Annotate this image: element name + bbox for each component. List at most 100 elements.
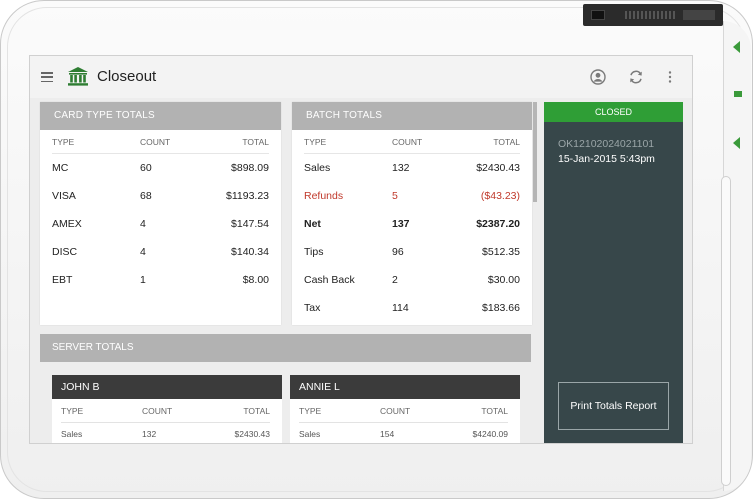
table-row: Tax 114 $183.66	[304, 294, 520, 322]
row-type: Sales	[299, 429, 321, 439]
column-count: COUNT	[140, 136, 171, 147]
row-count: 137	[392, 218, 410, 230]
column-type: TYPE	[61, 405, 84, 416]
server-totals-header: SERVER TOTALS	[40, 334, 531, 362]
app-screen: Closeout CARD TYPE TOTALS TYPE COUNT TOT…	[29, 55, 693, 444]
row-type: MC	[52, 162, 69, 174]
sensor-slot	[683, 10, 715, 20]
column-count: COUNT	[142, 405, 173, 416]
row-count: 1	[140, 274, 146, 286]
card-type-totals-header: CARD TYPE TOTALS	[40, 102, 281, 130]
speaker-grill	[625, 11, 675, 19]
more-vert-icon[interactable]	[662, 69, 678, 85]
row-type: AMEX	[52, 218, 82, 230]
row-count: 68	[140, 190, 152, 202]
row-count: 132	[392, 162, 410, 174]
table-row: DISC 4 $140.34	[52, 238, 269, 266]
batch-totals-card: BATCH TOTALS TYPE COUNT TOTAL Sales 132 …	[292, 102, 532, 325]
app-bar: Closeout	[30, 56, 692, 98]
row-count: 4	[140, 218, 146, 230]
table-row: VISA 68 $1193.23	[52, 182, 269, 210]
row-type: Net	[304, 218, 321, 230]
table-row: Sales 132 $2430.43	[304, 154, 520, 182]
row-type: EBT	[52, 274, 73, 286]
row-count: 114	[392, 302, 409, 314]
row-type: VISA	[52, 190, 76, 202]
table-header: TYPE COUNT TOTAL	[61, 399, 270, 423]
row-total: ($43.23)	[480, 190, 520, 202]
row-total: $183.66	[482, 302, 520, 314]
table-row: Cash Back 2 $30.00	[304, 266, 520, 294]
row-total: $2387.20	[476, 218, 520, 230]
row-total: $898.09	[231, 162, 269, 174]
bank-icon	[68, 67, 88, 86]
row-count: 5	[392, 190, 398, 202]
row-total: $8.00	[242, 274, 269, 286]
row-total: $512.35	[482, 246, 520, 258]
row-total: $2430.43	[476, 162, 520, 174]
table-row: Tips 96 $512.35	[304, 238, 520, 266]
scrollbar[interactable]	[533, 102, 537, 202]
column-type: TYPE	[304, 136, 327, 147]
row-type: DISC	[52, 246, 78, 258]
row-count: 4	[140, 246, 146, 258]
column-type: TYPE	[52, 136, 75, 147]
side-arrow-icon	[733, 137, 740, 149]
table-row: MC 60 $898.09	[52, 154, 269, 182]
table-header: TYPE COUNT TOTAL	[299, 399, 508, 423]
account-icon[interactable]	[590, 69, 606, 85]
status-badge: CLOSED	[544, 102, 683, 122]
row-count: 154	[380, 429, 395, 439]
column-total: TOTAL	[481, 405, 508, 416]
table-row-refunds: Refunds 5 ($43.23)	[304, 182, 520, 210]
card-type-totals-card: CARD TYPE TOTALS TYPE COUNT TOTAL MC 60 …	[40, 102, 281, 325]
column-total: TOTAL	[493, 136, 520, 147]
table-row: Sales 132 $2430.43	[61, 423, 270, 443]
refresh-icon[interactable]	[628, 69, 644, 85]
row-total: $2430.43	[234, 429, 270, 439]
batch-status-panel: CLOSED OK12102024021101 15-Jan-2015 5:43…	[544, 102, 683, 443]
column-total: TOTAL	[242, 136, 269, 147]
row-count: 96	[392, 246, 404, 258]
row-count: 2	[392, 274, 398, 286]
camera-lens	[591, 10, 605, 20]
row-type: Tips	[304, 246, 324, 258]
row-count: 132	[142, 429, 157, 439]
table-row: EBT 1 $8.00	[52, 266, 269, 294]
table-header: TYPE COUNT TOTAL	[52, 130, 269, 154]
table-row: AMEX 4 $147.54	[52, 210, 269, 238]
server-name: JOHN B	[52, 375, 282, 399]
batch-date: 15-Jan-2015 5:43pm	[558, 153, 655, 165]
batch-totals-header: BATCH TOTALS	[292, 102, 532, 130]
batch-id: OK12102024021101	[558, 138, 655, 150]
server-card-annie-l[interactable]: ANNIE L TYPE COUNT TOTAL Sales 154 $4240…	[290, 375, 520, 443]
row-type: Refunds	[304, 190, 344, 202]
page-title: Closeout	[97, 68, 157, 85]
server-name: ANNIE L	[290, 375, 520, 399]
row-total: $4240.09	[472, 429, 508, 439]
side-arrow-icon	[733, 41, 740, 53]
row-total: $30.00	[487, 274, 520, 286]
column-total: TOTAL	[243, 405, 270, 416]
device-camera-bar	[583, 4, 723, 26]
column-count: COUNT	[392, 136, 423, 147]
card-reader-slot	[721, 176, 731, 486]
column-count: COUNT	[380, 405, 411, 416]
server-totals-section: SERVER TOTALS JOHN B TYPE COUNT TOTAL Sa…	[40, 334, 531, 443]
row-total: $1193.23	[225, 190, 269, 202]
column-type: TYPE	[299, 405, 322, 416]
print-totals-report-button[interactable]: Print Totals Report	[558, 382, 669, 430]
row-type: Cash Back	[304, 274, 355, 286]
row-type: Sales	[61, 429, 83, 439]
row-total: $140.34	[231, 246, 269, 258]
row-total: $147.54	[231, 218, 269, 230]
row-count: 60	[140, 162, 152, 174]
table-row: Sales 154 $4240.09	[299, 423, 508, 443]
tablet-device-frame: Closeout CARD TYPE TOTALS TYPE COUNT TOT…	[0, 0, 753, 499]
table-header: TYPE COUNT TOTAL	[304, 130, 520, 154]
menu-icon[interactable]	[41, 72, 53, 82]
side-indicator	[734, 91, 742, 97]
row-type: Tax	[304, 302, 321, 314]
server-card-john-b[interactable]: JOHN B TYPE COUNT TOTAL Sales 132 $2430.…	[52, 375, 282, 443]
table-row-net: Net 137 $2387.20	[304, 210, 520, 238]
